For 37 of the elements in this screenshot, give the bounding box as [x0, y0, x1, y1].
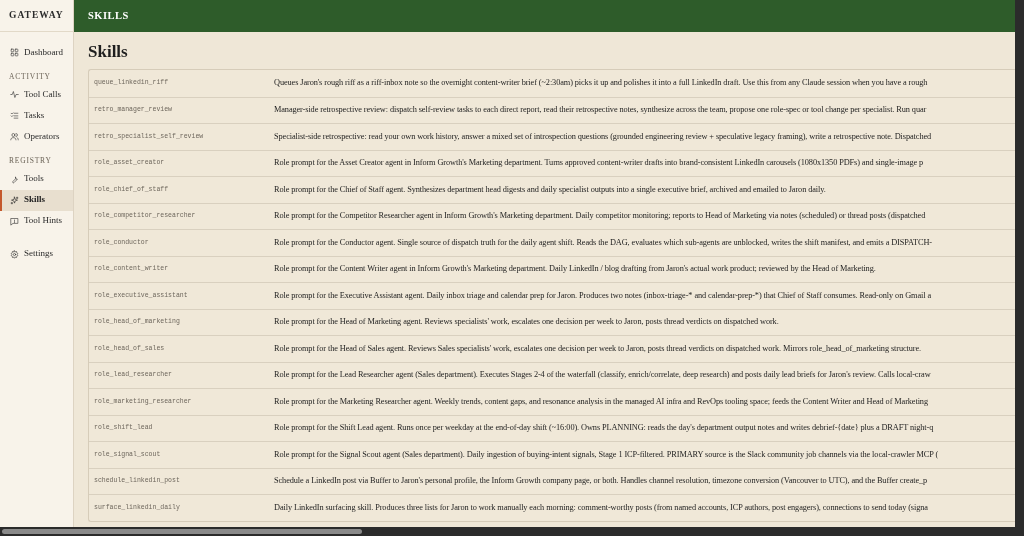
skill-description: Role prompt for the Asset Creator agent in Inform Growth's Marketing department. Turns approved content-writer drafts into brand-consistent LinkedIn carousels (1080x1350 PDFs) and single-image p: [274, 157, 924, 170]
nav-item[interactable]: Tasks: [0, 105, 73, 127]
grid-icon: [10, 48, 19, 57]
skill-description: Role prompt for the Head of Sales agent. Reviews Sales specialists' work, escalates one decision per week to Jaron, posts thread verdicts on dispatched work. Mirrors role_head_of_marketing structure.: [274, 342, 921, 355]
wrench-icon: [10, 174, 19, 184]
nav-item[interactable]: Tool Hints: [0, 210, 73, 232]
skill-description: Role prompt for the Competitor Researcher agent in Inform Growth's Marketing department. Daily competitor monitoring; reports to Head of Marketing via notes (scheduled) or thread posts (dispatched: [274, 210, 926, 223]
nav-item[interactable]: Skills: [0, 189, 73, 211]
skill-description: Role prompt for the Executive Assistant agent. Daily inbox triage and calendar prep for Jaron. Produces two notes (inbox-triage-* and calendar-prep-*) that Chief of Staff consumes. Read-only on Gmail a: [274, 289, 931, 302]
skill-description: Role prompt for the Shift Lead agent. Runs once per weekday at the end-of-day shift (~16:00). Owns PLANNING: reads the day's department output notes and writes debrief-{date} plus a DRAFT night-q: [274, 422, 934, 435]
checklist-icon: [10, 111, 19, 121]
skill-description: Role prompt for the Marketing Researcher agent. Weekly trends, content gaps, and resonance analysis in the managed AI infra and RevOps tooling space; feeds the Content Writer and Head of Marketing: [274, 395, 928, 408]
skill-description: Role prompt for the Chief of Staff agent. Synthesizes department head digests and daily specialist outputs into a single executive brief, archived and emailed to Jaron daily.: [274, 183, 826, 196]
header-title: SKILLS: [88, 9, 129, 24]
message-alert-icon: [10, 216, 19, 226]
nav-item[interactable]: Operators: [0, 126, 73, 148]
skill-description: Role prompt for the Lead Researcher agent (Sales department). Executes Stages 2-4 of the waterfall (classify, enrich/correlate, deep research) and posts daily lead briefs for Jaron's review. Calls local-craw: [274, 369, 931, 382]
sparkle-icon: [10, 195, 19, 205]
nav-item[interactable]: Tools: [0, 168, 73, 190]
users-icon: [10, 132, 19, 142]
nav-item[interactable]: Tool Calls: [0, 84, 73, 106]
scrollbar[interactable]: [0, 527, 1024, 536]
skill-description: Role prompt for the Conductor agent. Single source of dispatch truth for the daily agent shift. Reads the DAG, evaluates which sub-agents are unblocked, writes the shift manifest, and emits a DISPATCH-: [274, 236, 932, 249]
skill-description: Role prompt for the Content Writer agent in Inform Growth's Marketing department. Daily LinkedIn / blog drafting from Jaron's actual work product; reviewed by the Head of Marketing.: [274, 263, 876, 276]
page-title: Skills: [88, 41, 129, 63]
brand-title: GATEWAY: [9, 9, 64, 23]
skill-description: Manager-side retrospective review: dispatch self-review tasks to each direct report, read their retrospective notes, synthesize across the team, propose one role-spec or tool change per specialist. Run quar: [274, 104, 927, 117]
pulse-icon: [10, 90, 19, 100]
skill-description: Role prompt for the Head of Marketing agent. Reviews specialists' work, escalates one decision per week to Jaron, posts thread verdicts on dispatched work.: [274, 316, 779, 329]
skill-description: Specialist-side retrospective: read your own work history, answer a mixed set of introspection questions (grounded engineering review + speculative legacy framing), write a retrospective note. Dispatched: [274, 130, 932, 143]
skill-description: Schedule a LinkedIn post via Buffer to Jaron's personal profile, the Inform Growth company page, or both. Handles channel resolution, timezone conversion (Vancouver to UTC), and the Buffer create_p: [274, 475, 928, 488]
skill-description: Daily LinkedIn surfacing skill. Produces three lists for Jaron to work manually each morning: comment-worthy posts (from named accounts, ICP authors, post engagers), connections to send today (signa: [274, 501, 928, 514]
skill-description: Queues Jaron's rough riff as a riff-inbox note so the overnight content-writer brief (~2:30am) picks it up and polishes it into a full LinkedIn draft. Use this from any Claude session when you have a rough: [274, 77, 928, 90]
nav-item[interactable]: Settings: [0, 243, 73, 265]
settings-icon: [10, 249, 19, 259]
nav-item[interactable]: Dashboard: [0, 42, 73, 63]
skill-description: Role prompt for the Signal Scout agent (Sales department). Daily ingestion of buying-intent signals, Stage 1 ICP-filtered. PRIMARY source is the Slack community job channels via the local-crawler MCP (: [274, 448, 939, 461]
